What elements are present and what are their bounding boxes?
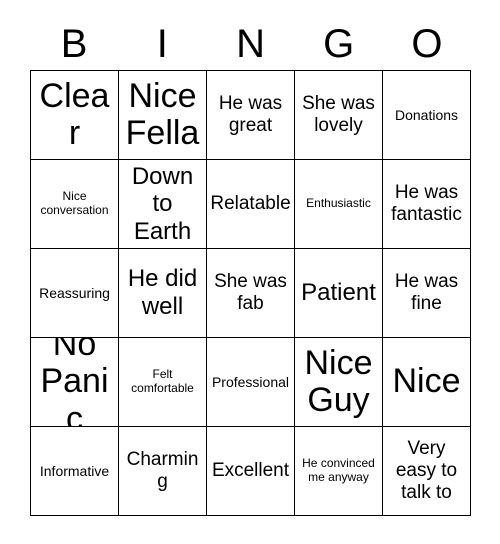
bingo-cell[interactable]: Reassuring bbox=[31, 249, 119, 338]
bingo-cell[interactable]: She was lovely bbox=[295, 71, 383, 160]
bingo-cell-label: Very easy to talk to bbox=[395, 438, 458, 503]
bingo-header: BINGO bbox=[30, 18, 471, 70]
bingo-cell-label: She was fab bbox=[214, 271, 287, 314]
bingo-cell[interactable]: Patient bbox=[295, 249, 383, 338]
bingo-grid: Clear Nice Fella He was great She was lovel… bbox=[30, 70, 471, 516]
bingo-cell-label: Patient bbox=[301, 279, 376, 307]
bingo-cell-label: Down to Earth bbox=[131, 162, 194, 245]
bingo-cell[interactable]: Felt comfortable bbox=[119, 338, 207, 427]
bingo-cell[interactable]: Clear bbox=[31, 71, 119, 160]
bingo-cell[interactable]: Relatable bbox=[207, 160, 295, 249]
bingo-card: B I N G O Clear Nice Fella He was great She was… bbox=[0, 0, 500, 544]
bingo-cell[interactable]: Professional bbox=[207, 338, 295, 427]
bingo-cell[interactable]: Informative bbox=[31, 427, 119, 516]
bingo-cell[interactable]: Enthusiastic bbox=[295, 160, 383, 249]
bingo-cell-label: Nice bbox=[392, 362, 461, 401]
bingo-cell-label: Nice conversation bbox=[40, 189, 109, 217]
bingo-cell-label: He was great bbox=[218, 93, 283, 136]
bingo-cell[interactable]: He was great bbox=[207, 71, 295, 160]
bingo-header-letter: B bbox=[60, 22, 88, 66]
bingo-header-letter: I bbox=[156, 22, 168, 66]
bingo-cell-label: Relatable bbox=[210, 193, 291, 215]
bingo-cell-label: Informative bbox=[39, 462, 110, 479]
bingo-cell-label: Donations bbox=[394, 106, 459, 123]
bingo-cell[interactable]: Excellent bbox=[207, 427, 295, 516]
bingo-cell[interactable]: He did well bbox=[119, 249, 207, 338]
bingo-cell[interactable]: Charming bbox=[119, 427, 207, 516]
bingo-cell-label: He convinced me anyway bbox=[302, 456, 375, 484]
bingo-cell[interactable]: No Panic bbox=[31, 338, 119, 427]
bingo-cell-label: She was lovely bbox=[302, 93, 375, 136]
bingo-header-letter: G bbox=[323, 22, 355, 66]
bingo-header-letter: N bbox=[236, 22, 265, 66]
bingo-cell[interactable]: Nice bbox=[383, 338, 471, 427]
bingo-cell-label: Charming bbox=[126, 449, 199, 492]
bingo-cell-label: Nice Fella bbox=[125, 76, 200, 152]
bingo-cell[interactable]: Donations bbox=[383, 71, 471, 160]
bingo-cell[interactable]: He was fantastic bbox=[383, 160, 471, 249]
bingo-cell[interactable]: He convinced me anyway bbox=[295, 427, 383, 516]
bingo-cell-label: He was fine bbox=[394, 271, 459, 314]
bingo-cell-label: Professional bbox=[211, 373, 290, 390]
bingo-cell-label: Reassuring bbox=[39, 284, 110, 301]
bingo-cell[interactable]: Very easy to talk to bbox=[383, 427, 471, 516]
bingo-cell-label: He was fantastic bbox=[391, 182, 462, 225]
bingo-cell[interactable]: Nice Fella bbox=[119, 71, 207, 160]
bingo-cell[interactable]: He was fine bbox=[383, 249, 471, 338]
bingo-cell[interactable]: Down to Earth bbox=[119, 160, 207, 249]
bingo-cell-label: Felt comfortable bbox=[131, 367, 194, 395]
bingo-cell-label: He did well bbox=[127, 265, 198, 320]
bingo-cell-label: Nice Guy bbox=[304, 343, 373, 419]
bingo-cell-label: Enthusiastic bbox=[306, 196, 371, 211]
bingo-cell-label: Excellent bbox=[211, 460, 290, 482]
bingo-cell-label: Clear bbox=[39, 76, 110, 152]
bingo-cell-label: No Panic bbox=[40, 338, 109, 427]
bingo-header-letter: O bbox=[411, 22, 443, 66]
bingo-cell[interactable]: Nice Guy bbox=[295, 338, 383, 427]
bingo-cell[interactable]: Nice conversation bbox=[31, 160, 119, 249]
bingo-cell[interactable]: She was fab bbox=[207, 249, 295, 338]
